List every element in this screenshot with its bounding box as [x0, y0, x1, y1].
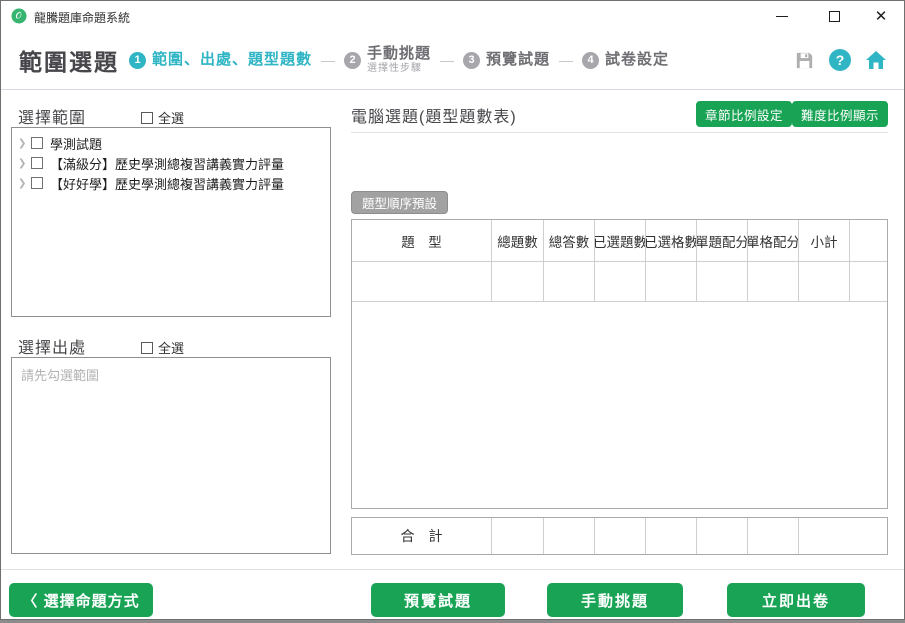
step-1-range[interactable]: 1 範圍、出處、題型題數: [129, 52, 312, 69]
step-3-preview[interactable]: 3 預覽試題: [463, 52, 550, 69]
difficulty-ratio-button[interactable]: 難度比例顯示: [792, 101, 888, 127]
panel-divider: [351, 132, 888, 133]
col-subtotal: 小計: [799, 220, 850, 261]
source-list-placeholder: 請先勾選範圍: [21, 365, 321, 384]
step-2-circle: 2: [344, 52, 361, 69]
step-indicator: 1 範圍、出處、題型題數 — 2 手動挑題 選擇性步驟 — 3 預覽試題: [129, 31, 669, 89]
page-title: 範圍選題: [19, 43, 119, 77]
total-label: 合 計: [352, 518, 492, 554]
step-4-paper-settings[interactable]: 4 試卷設定: [582, 52, 669, 69]
page-header: 範圍選題 1 範圍、出處、題型題數 — 2 手動挑題 選擇性步驟 — 3: [1, 31, 904, 89]
generate-paper-button[interactable]: 立即出卷: [727, 583, 865, 617]
range-select-all-checkbox[interactable]: [141, 112, 153, 124]
source-select-all[interactable]: 全選: [141, 338, 184, 357]
col-question-type: 題 型: [352, 220, 492, 261]
close-button[interactable]: ✕: [858, 1, 904, 31]
range-panel-title: 選擇範圍: [18, 104, 86, 128]
col-total-questions: 總題數: [492, 220, 544, 261]
item-checkbox[interactable]: [31, 137, 43, 149]
item-checkbox[interactable]: [31, 177, 43, 189]
col-points-per-question: 單題配分: [697, 220, 748, 261]
step-3-label: 預覽試題: [486, 52, 550, 69]
step-1-circle: 1: [129, 52, 146, 69]
table-header-row: 題 型 總題數 總答數 已選題數 已選格數 單題配分 單格配分 小計: [352, 220, 887, 262]
save-button[interactable]: [792, 48, 816, 72]
question-type-order-button[interactable]: 題型順序預設: [351, 191, 448, 214]
step-separator: —: [440, 52, 454, 68]
close-icon: ✕: [875, 9, 888, 24]
app-window: 龍騰題庫命題系統 ✕ 範圍選題 1 範圍、出處、題型題數 — 2 手動挑題 選擇…: [0, 0, 905, 620]
range-tree-item[interactable]: ❯ 【滿級分】歷史學測總複習講義實力評量: [12, 153, 330, 173]
computer-panel-title: 電腦選題(題型題數表): [351, 103, 517, 127]
maximize-icon: [829, 11, 840, 22]
app-title: 龍騰題庫命題系統: [34, 9, 130, 26]
minimize-icon: [776, 16, 788, 17]
source-select-all-checkbox[interactable]: [141, 342, 153, 354]
minimize-button[interactable]: [759, 1, 805, 31]
back-to-mode-button[interactable]: 〈 選擇命題方式: [9, 583, 153, 617]
total-row: 合 計: [351, 517, 888, 555]
step-2-sublabel: 選擇性步驟: [367, 63, 431, 74]
home-icon: [864, 48, 888, 72]
range-tree-item[interactable]: ❯ 【好好學】歷史學測總複習講義實力評量: [12, 173, 330, 193]
col-selected-questions: 已選題數: [595, 220, 646, 261]
col-spacer: [850, 220, 887, 261]
expand-chevron-icon[interactable]: ❯: [18, 158, 31, 169]
header-actions: ?: [792, 48, 888, 72]
expand-chevron-icon[interactable]: ❯: [18, 138, 31, 149]
col-total-answers: 總答數: [544, 220, 595, 261]
expand-chevron-icon[interactable]: ❯: [18, 178, 31, 189]
home-button[interactable]: [864, 48, 888, 72]
table-empty-row: [352, 262, 887, 302]
col-points-per-blank: 單格配分: [748, 220, 799, 261]
header-divider: [1, 89, 904, 90]
footer-divider: [1, 569, 904, 570]
app-logo-icon: [11, 8, 27, 24]
step-2-manual-pick[interactable]: 2 手動挑題 選擇性步驟: [344, 46, 431, 74]
save-icon: [793, 49, 816, 72]
range-select-all[interactable]: 全選: [141, 108, 184, 127]
step-2-label: 手動挑題: [367, 46, 431, 63]
source-panel-title: 選擇出處: [18, 334, 86, 358]
step-4-circle: 4: [582, 52, 599, 69]
item-checkbox[interactable]: [31, 157, 43, 169]
manual-pick-button[interactable]: 手動挑題: [547, 583, 683, 617]
question-type-table: 題 型 總題數 總答數 已選題數 已選格數 單題配分 單格配分 小計: [351, 219, 888, 509]
help-button[interactable]: ?: [828, 48, 852, 72]
step-separator: —: [559, 52, 573, 68]
step-1-label: 範圍、出處、題型題數: [152, 52, 312, 69]
maximize-button[interactable]: [811, 1, 857, 31]
range-tree-item[interactable]: ❯ 學測試題: [12, 133, 330, 153]
preview-questions-button[interactable]: 預覽試題: [371, 583, 505, 617]
step-4-label: 試卷設定: [605, 52, 669, 69]
range-select-all-label: 全選: [158, 108, 184, 127]
range-tree: ❯ 學測試題 ❯ 【滿級分】歷史學測總複習講義實力評量 ❯ 【好好學】歷史學測總…: [11, 127, 331, 317]
step-separator: —: [321, 52, 335, 68]
source-list: 請先勾選範圍: [11, 357, 331, 554]
source-select-all-label: 全選: [158, 338, 184, 357]
help-icon: ?: [829, 49, 851, 71]
title-bar: 龍騰題庫命題系統 ✕: [1, 1, 904, 31]
chapter-ratio-button[interactable]: 章節比例設定: [696, 101, 792, 127]
step-3-circle: 3: [463, 52, 480, 69]
col-selected-blanks: 已選格數: [646, 220, 697, 261]
